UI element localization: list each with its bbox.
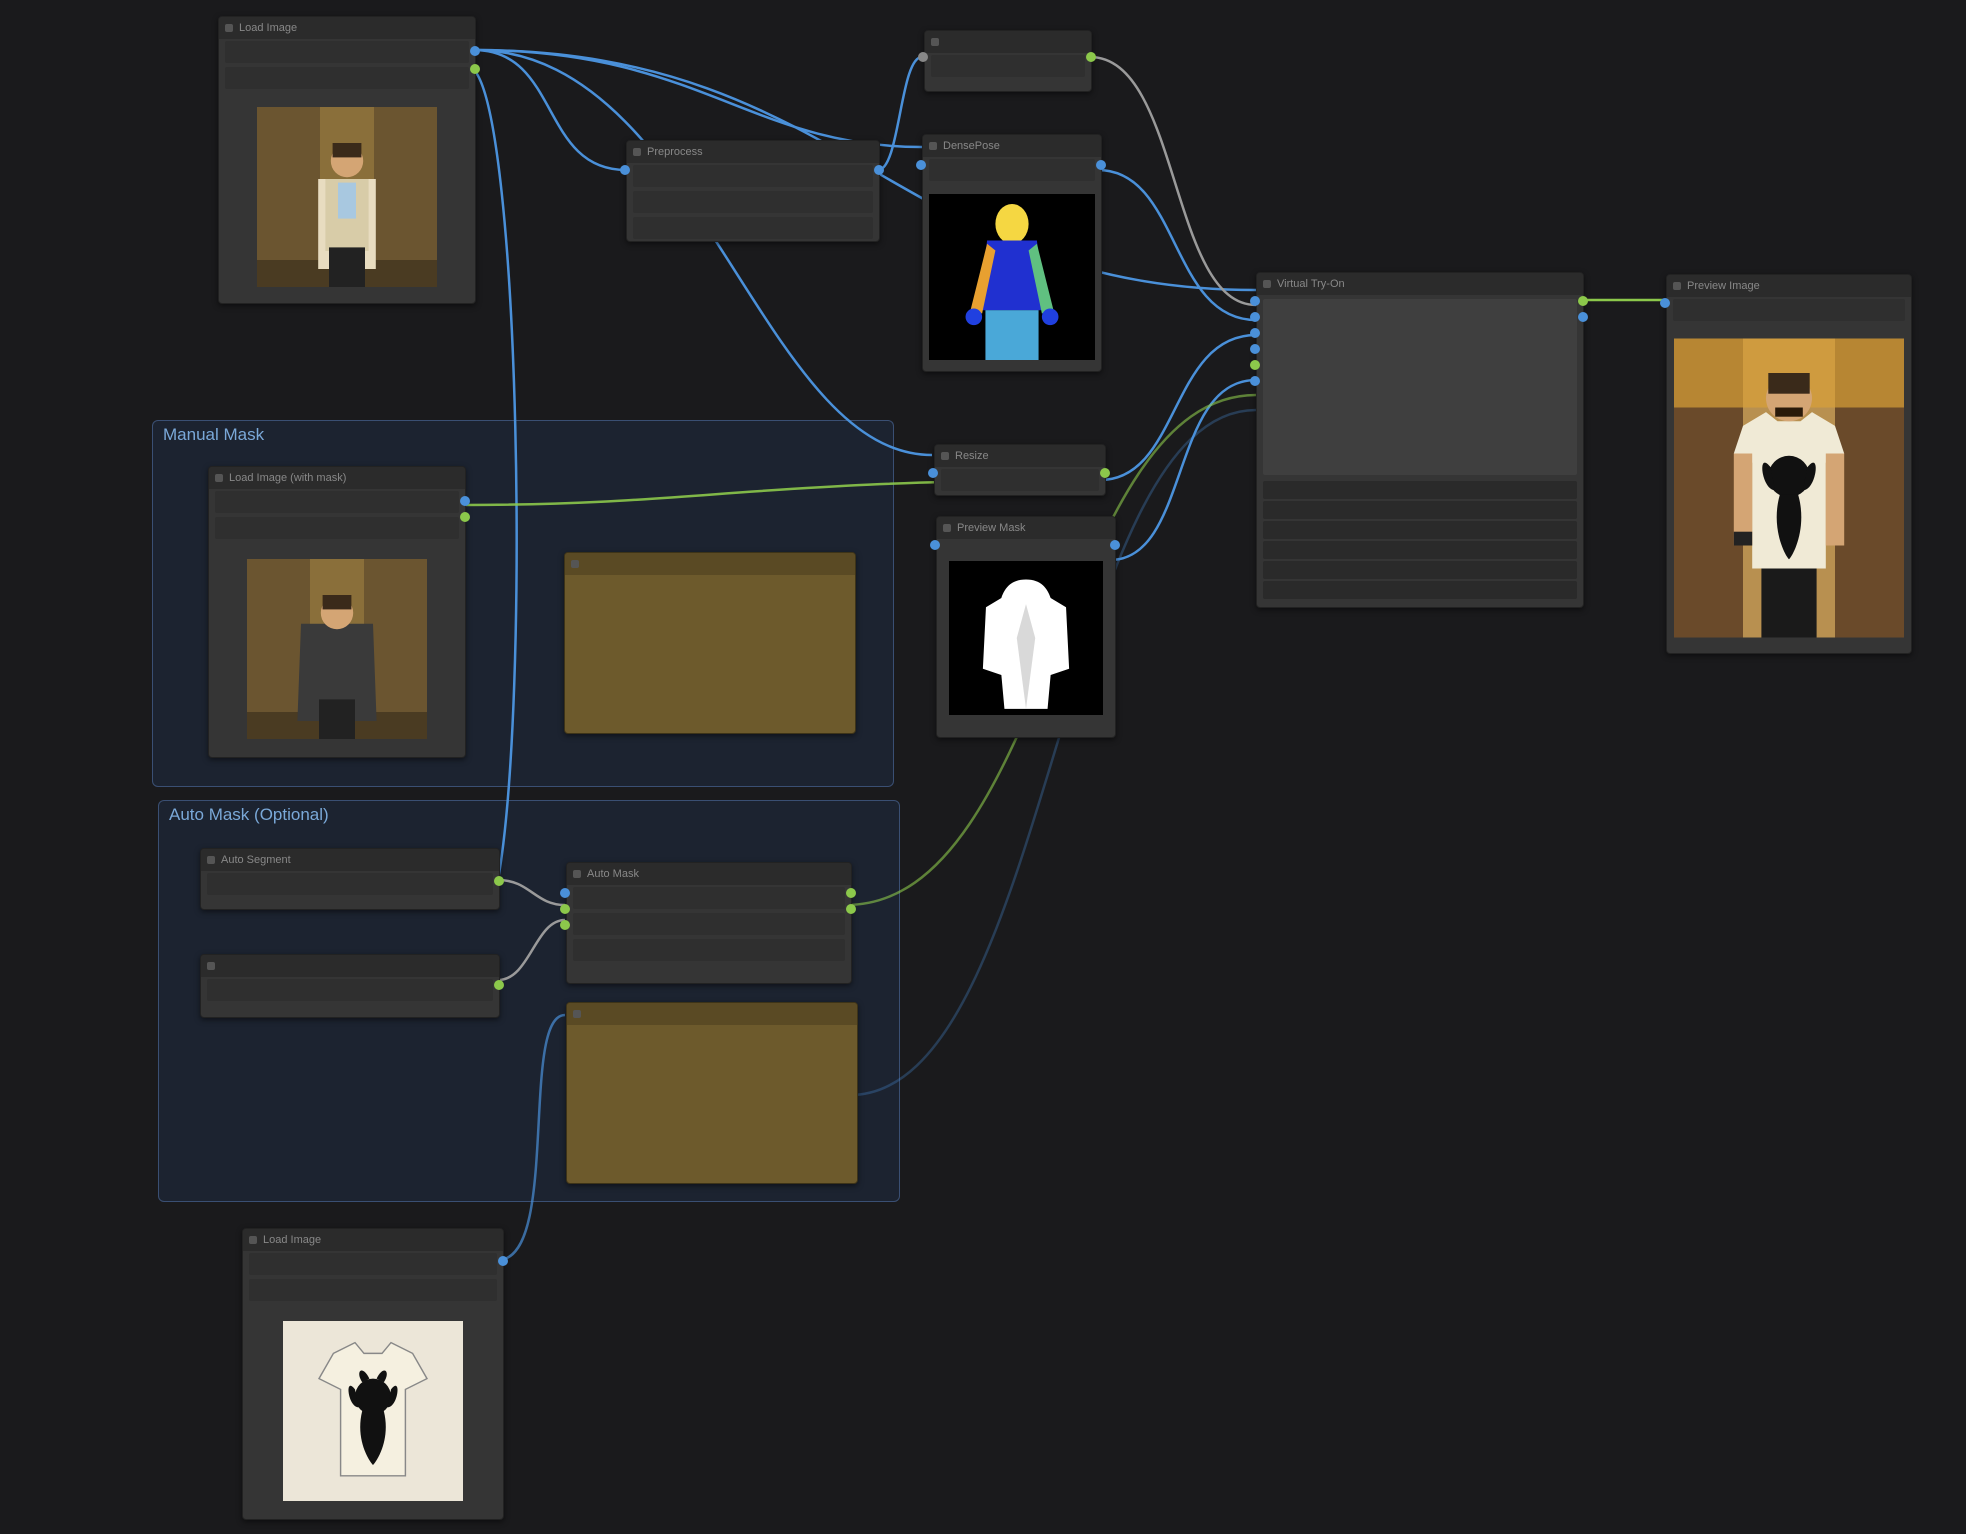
collapse-icon[interactable] bbox=[941, 452, 949, 460]
collapse-icon[interactable] bbox=[943, 524, 951, 532]
node-titlebar[interactable]: Preview Image bbox=[1667, 275, 1911, 297]
node-titlebar[interactable]: Preview Mask bbox=[937, 517, 1115, 539]
collapse-icon[interactable] bbox=[571, 560, 579, 568]
group-title: Manual Mask bbox=[163, 425, 264, 445]
node-title: Load Image bbox=[263, 1234, 321, 1246]
node-field[interactable] bbox=[633, 165, 873, 187]
node-titlebar[interactable] bbox=[567, 1003, 857, 1025]
node-field[interactable] bbox=[215, 517, 459, 539]
node-field[interactable] bbox=[929, 159, 1095, 181]
node-small-top[interactable] bbox=[924, 30, 1092, 92]
image-preview bbox=[225, 97, 469, 297]
node-param[interactable] bbox=[1263, 501, 1577, 519]
collapse-icon[interactable] bbox=[207, 856, 215, 864]
node-title: DensePose bbox=[943, 140, 1000, 152]
node-titlebar[interactable] bbox=[925, 31, 1091, 53]
collapse-icon[interactable] bbox=[249, 1236, 257, 1244]
node-mask-editor-auto[interactable] bbox=[566, 1002, 858, 1184]
node-title: Preview Mask bbox=[957, 522, 1025, 534]
node-field[interactable] bbox=[931, 55, 1085, 77]
node-title: Auto Segment bbox=[221, 854, 291, 866]
node-auto-segment-b[interactable] bbox=[200, 954, 500, 1018]
node-load-image-input[interactable]: Load Image bbox=[218, 16, 476, 304]
node-preprocess[interactable]: Preprocess bbox=[626, 140, 880, 242]
garment-preview bbox=[249, 1309, 497, 1513]
node-param[interactable] bbox=[1263, 581, 1577, 599]
node-result-preview[interactable]: Preview Image bbox=[1666, 274, 1912, 654]
node-mask-preview[interactable]: Preview Mask bbox=[936, 516, 1116, 738]
result-image bbox=[1673, 329, 1905, 647]
node-field[interactable] bbox=[633, 191, 873, 213]
node-title: Preview Image bbox=[1687, 280, 1760, 292]
collapse-icon[interactable] bbox=[215, 474, 223, 482]
node-field[interactable] bbox=[225, 41, 469, 63]
group-title: Auto Mask (Optional) bbox=[169, 805, 329, 825]
collapse-icon[interactable] bbox=[1673, 282, 1681, 290]
collapse-icon[interactable] bbox=[929, 142, 937, 150]
node-title: Resize bbox=[955, 450, 989, 462]
collapse-icon[interactable] bbox=[1263, 280, 1271, 288]
node-title: Preprocess bbox=[647, 146, 703, 158]
node-titlebar[interactable]: Virtual Try-On bbox=[1257, 273, 1583, 295]
node-field[interactable] bbox=[207, 979, 493, 1001]
node-field[interactable] bbox=[225, 67, 469, 89]
node-titlebar[interactable]: Auto Mask bbox=[567, 863, 851, 885]
collapse-icon[interactable] bbox=[573, 870, 581, 878]
node-field[interactable] bbox=[215, 491, 459, 513]
node-field[interactable] bbox=[207, 873, 493, 895]
node-main-process[interactable]: Virtual Try-On bbox=[1256, 272, 1584, 608]
image-preview bbox=[215, 547, 459, 751]
node-titlebar[interactable]: Resize bbox=[935, 445, 1105, 467]
node-titlebar[interactable] bbox=[201, 955, 499, 977]
node-title: Virtual Try-On bbox=[1277, 278, 1345, 290]
node-field[interactable] bbox=[249, 1279, 497, 1301]
node-field[interactable] bbox=[573, 887, 845, 909]
node-title: Auto Mask bbox=[587, 868, 639, 880]
node-field[interactable] bbox=[1673, 299, 1905, 321]
node-titlebar[interactable]: Auto Segment bbox=[201, 849, 499, 871]
node-titlebar[interactable] bbox=[565, 553, 855, 575]
node-resize[interactable]: Resize bbox=[934, 444, 1106, 496]
collapse-icon[interactable] bbox=[573, 1010, 581, 1018]
node-titlebar[interactable]: DensePose bbox=[923, 135, 1101, 157]
node-field[interactable] bbox=[573, 913, 845, 935]
node-param[interactable] bbox=[1263, 481, 1577, 499]
densepose-preview bbox=[929, 189, 1095, 365]
node-auto-mask[interactable]: Auto Mask bbox=[566, 862, 852, 984]
node-title: Load Image (with mask) bbox=[229, 472, 346, 484]
node-load-image-mask[interactable]: Load Image (with mask) bbox=[208, 466, 466, 758]
node-auto-segment[interactable]: Auto Segment bbox=[200, 848, 500, 910]
node-mask-editor[interactable] bbox=[564, 552, 856, 734]
node-title: Load Image bbox=[239, 22, 297, 34]
mask-preview bbox=[943, 545, 1109, 731]
collapse-icon[interactable] bbox=[207, 962, 215, 970]
node-param[interactable] bbox=[1263, 521, 1577, 539]
node-titlebar[interactable]: Preprocess bbox=[627, 141, 879, 163]
node-load-garment[interactable]: Load Image bbox=[242, 1228, 504, 1520]
node-field[interactable] bbox=[249, 1253, 497, 1275]
node-field[interactable] bbox=[573, 939, 845, 961]
collapse-icon[interactable] bbox=[225, 24, 233, 32]
node-param[interactable] bbox=[1263, 561, 1577, 579]
node-titlebar[interactable]: Load Image (with mask) bbox=[209, 467, 465, 489]
collapse-icon[interactable] bbox=[633, 148, 641, 156]
node-field[interactable] bbox=[941, 469, 1099, 491]
node-titlebar[interactable]: Load Image bbox=[219, 17, 475, 39]
node-param[interactable] bbox=[1263, 541, 1577, 559]
collapse-icon[interactable] bbox=[931, 38, 939, 46]
node-field[interactable] bbox=[633, 217, 873, 239]
node-densepose[interactable]: DensePose bbox=[922, 134, 1102, 372]
node-titlebar[interactable]: Load Image bbox=[243, 1229, 503, 1251]
